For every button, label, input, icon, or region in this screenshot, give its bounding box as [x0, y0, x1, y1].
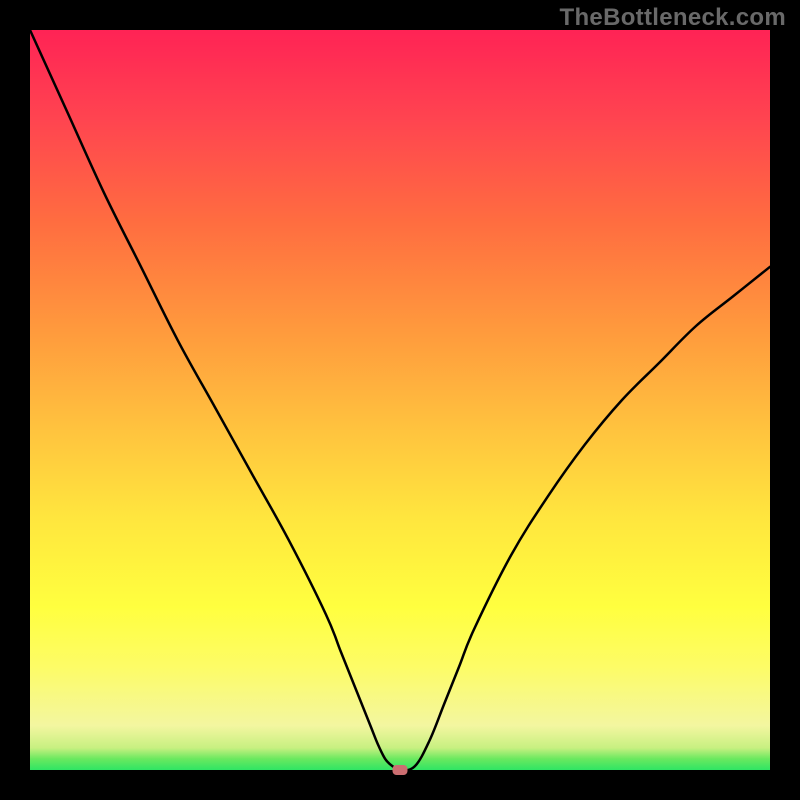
chart-frame: TheBottleneck.com — [0, 0, 800, 800]
curve-svg — [30, 30, 770, 770]
bottleneck-curve — [30, 30, 770, 770]
plot-area — [30, 30, 770, 770]
optimum-marker — [393, 765, 408, 775]
watermark-text: TheBottleneck.com — [560, 4, 786, 32]
